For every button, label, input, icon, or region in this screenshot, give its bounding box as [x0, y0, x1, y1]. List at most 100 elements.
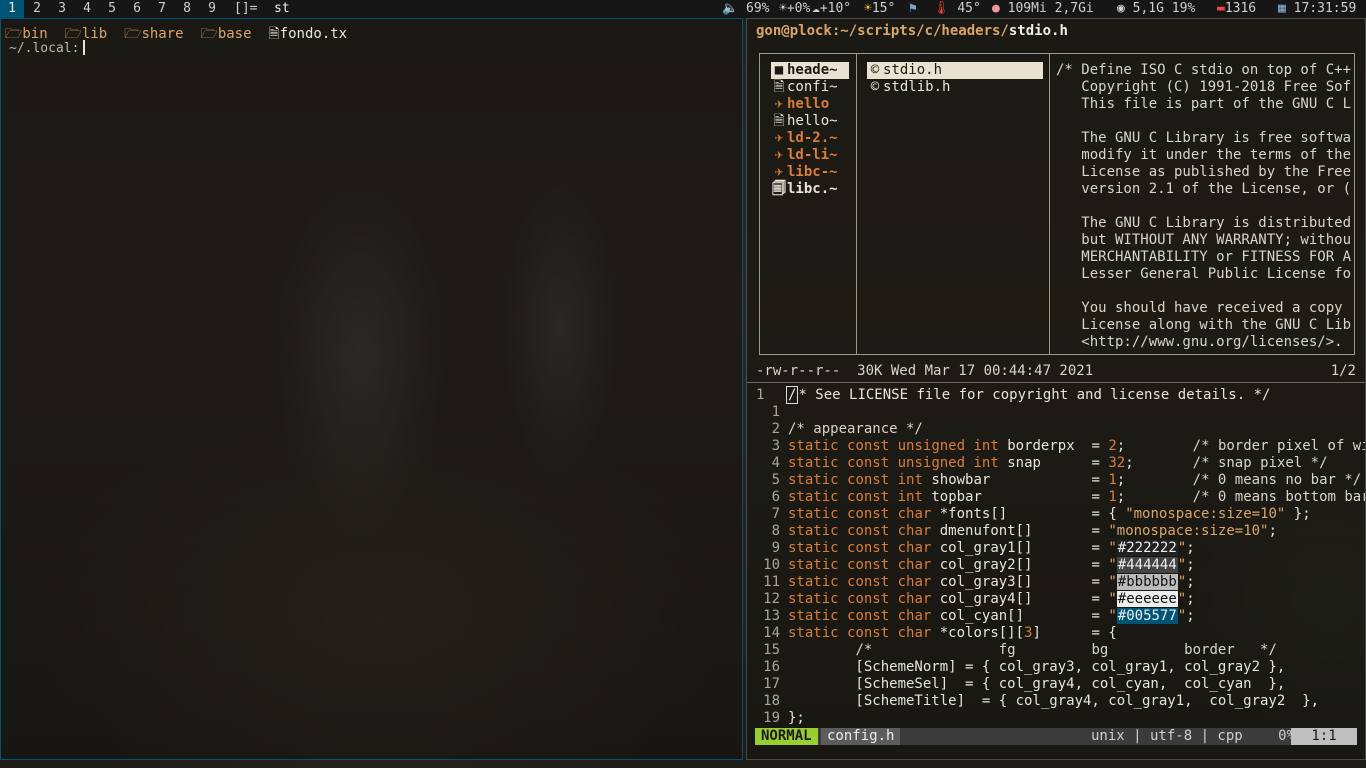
code-line[interactable]: }; [788, 710, 805, 727]
tag-7[interactable]: 7 [150, 0, 174, 18]
disk-value: 5,1G 19% [1132, 1, 1196, 16]
parent-item[interactable]: 🗎 confi~ [771, 79, 849, 96]
code-line[interactable]: static const unsigned int borderpx = 2; … [788, 438, 1365, 455]
volume-status: 🔈 69% [722, 0, 770, 18]
code-line[interactable]: static const int topbar = 1; /* 0 means … [788, 489, 1365, 506]
code-keyword: const [847, 455, 890, 471]
file-item[interactable]: © stdlib.h [867, 79, 1043, 96]
shell-prompt[interactable]: ~/.local: [9, 40, 86, 56]
vim-filename: config.h [821, 728, 901, 745]
layout-indicator[interactable]: []= [234, 0, 257, 18]
code-line[interactable]: static const char col_gray1[] = "#222222… [788, 540, 1195, 557]
code-line[interactable]: /* fg bg border */ [788, 642, 1276, 659]
preview-line: MERCHANTABILITY or FITNESS FOR A [1056, 249, 1352, 265]
terminal-left[interactable]: 🗁bin 🗁lib 🗁share 🗁base 🗎fondo.tx ~/.loca… [0, 18, 743, 760]
code-line[interactable]: static const char col_cyan[] = "#005577"… [788, 608, 1195, 625]
line-number: 11 [763, 574, 780, 590]
disk-icon: ◉ [1117, 1, 1125, 16]
parent-item[interactable]: 🗎 hello~ [771, 113, 849, 130]
folder-icon: 🗁 [200, 26, 218, 42]
parent-item[interactable]: ✈ ld-2.~ [771, 130, 849, 147]
parent-item[interactable]: 🗐libc.~ [771, 181, 849, 198]
code-keyword: char [897, 506, 932, 522]
code-line[interactable]: static const unsigned int snap = 32; /* … [788, 455, 1328, 472]
ls-file-name: fondo.tx [279, 26, 348, 42]
file-icon: 🗎 [268, 26, 280, 42]
code-keyword: static [788, 625, 839, 641]
brightness-value: +0% [786, 1, 811, 16]
file-manager-path: gon@plock:~/scripts/c/headers/stdio.h [756, 23, 1068, 39]
code-line[interactable]: static const char *fonts[] = { "monospac… [788, 506, 1311, 523]
editor-cursor: / [786, 386, 799, 404]
executable-icon: ✈ [774, 164, 784, 180]
battery-status: ▬1316 [1217, 0, 1256, 18]
executable-icon: ✈ [774, 130, 784, 146]
tag-5[interactable]: 5 [100, 0, 124, 18]
color-swatch: #005577 [1116, 608, 1178, 624]
brightness-status: ☀+0% [779, 0, 810, 18]
code-line[interactable]: static const char col_gray2[] = "#444444… [788, 557, 1195, 574]
line-number: 12 [763, 591, 780, 607]
weather-status: ☁+10° [812, 0, 851, 18]
color-swatch: #222222 [1116, 540, 1178, 556]
code-keyword: char [897, 540, 932, 556]
memory-status: ● 109Mi 2,7Gi [992, 0, 1094, 18]
parent-item[interactable]: ■ heade~ [771, 62, 849, 79]
code-line[interactable]: static const char col_gray3[] = "#bbbbbb… [788, 574, 1195, 591]
code-keyword: static [788, 455, 839, 471]
code-keyword: char [897, 523, 932, 539]
code-keyword: const [847, 489, 890, 505]
folder-icon: ■ [774, 62, 784, 78]
code-line[interactable]: [SchemeNorm] = { col_gray3, col_gray1, c… [788, 659, 1285, 676]
code-keyword: char [897, 591, 932, 607]
cpu-temp-value: 45° [957, 1, 981, 16]
color-swatch: #444444 [1116, 557, 1178, 573]
wind-status: ⚑ [909, 0, 917, 18]
terminal-right[interactable]: gon@plock:~/scripts/c/headers/stdio.h ■ h… [746, 18, 1366, 760]
wind-icon: ⚑ [909, 1, 917, 16]
preview-line: but WITHOUT ANY WARRANTY; withou [1056, 232, 1352, 248]
tag-1[interactable]: 1 [0, 0, 24, 18]
parent-item-name: ld-2.~ [787, 130, 838, 146]
code-line[interactable]: static const char *colors[][3] = { [788, 625, 1117, 642]
file-item[interactable]: © stdio.h [867, 62, 1043, 79]
line-number: 8 [771, 523, 780, 539]
file-info-line: -rw-r--r-- 30K Wed Mar 17 00:44:47 2021 1… [756, 363, 1356, 379]
page-indicator: 1/2 [1330, 363, 1356, 379]
tag-2[interactable]: 2 [25, 0, 49, 18]
tag-6[interactable]: 6 [125, 0, 149, 18]
code-line[interactable]: [SchemeSel] = { col_gray4, col_cyan, col… [788, 676, 1285, 693]
code-line[interactable]: /* appearance */ [788, 421, 923, 438]
battery-value: 1316 [1224, 1, 1257, 16]
preview-line: License along with the GNU C Lib [1056, 317, 1352, 333]
tag-9[interactable]: 9 [200, 0, 224, 18]
code-keyword: static [788, 591, 839, 607]
code-line[interactable]: static const char dmenufont[] = "monospa… [788, 523, 1277, 540]
disk-status: ◉ 5,1G 19% [1117, 0, 1195, 18]
window-title: st [274, 1, 290, 16]
volume-value: 69% [746, 1, 770, 16]
parent-item[interactable]: ✈ libc-~ [771, 164, 849, 181]
speaker-icon: 🔈 [722, 1, 739, 16]
tag-4[interactable]: 4 [75, 0, 99, 18]
parent-item[interactable]: ✈ hello [771, 96, 849, 113]
ls-dir-base: 🗁base [200, 26, 251, 42]
pane-divider [747, 382, 1365, 383]
code-line[interactable]: static const int showbar = 1; /* 0 means… [788, 472, 1361, 489]
code-line[interactable]: [SchemeTitle] = { col_gray4, col_gray1, … [788, 693, 1319, 710]
vim-editor[interactable]: 1 /* See LICENSE file for copyright and l… [747, 386, 1365, 727]
line-number: 5 [771, 472, 780, 488]
code-line[interactable]: static const char col_gray4[] = "#eeeeee… [788, 591, 1195, 608]
code-keyword: static [788, 540, 839, 556]
parent-item[interactable]: ✈ ld-li~ [771, 147, 849, 164]
tag-8[interactable]: 8 [175, 0, 199, 18]
line-number: 9 [771, 540, 780, 556]
code-keyword: const [847, 523, 890, 539]
parent-item-name: ld-li~ [787, 147, 838, 163]
code-keyword: char [897, 557, 932, 573]
code-comment: /* snap pixel */ [1192, 455, 1328, 471]
brightness-icon: ☀ [779, 1, 787, 16]
sun-icon: ☀ [864, 1, 872, 16]
tag-3[interactable]: 3 [50, 0, 74, 18]
code-line[interactable]: / * See LICENSE file for copyright and li… [786, 386, 1270, 404]
